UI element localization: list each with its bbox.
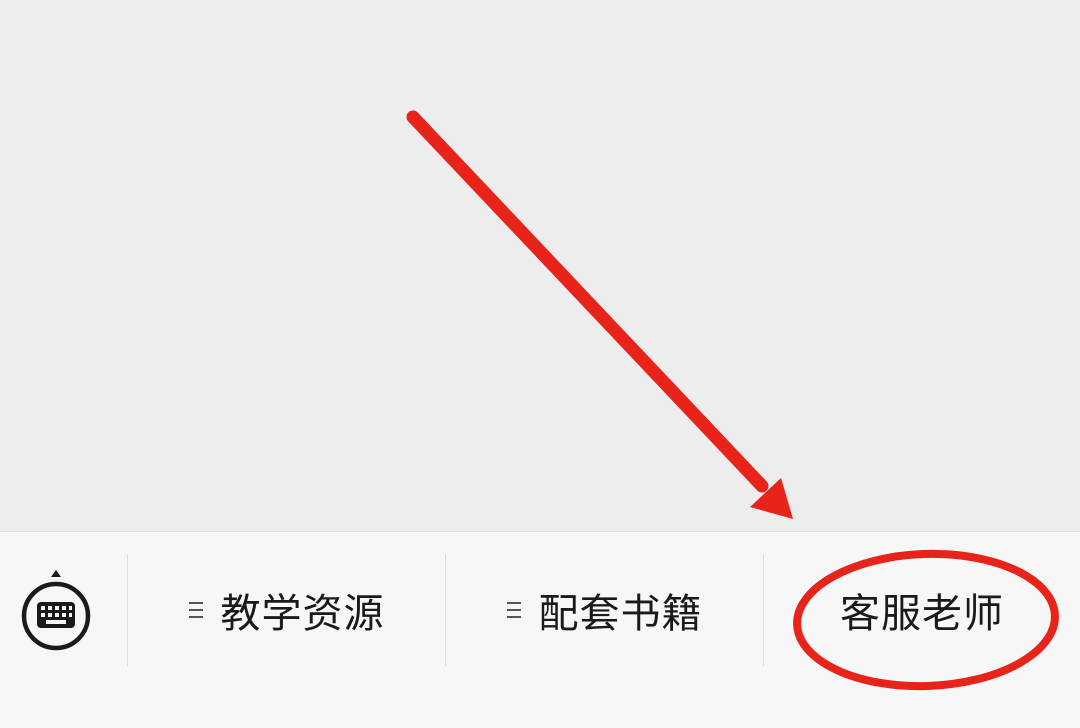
menu-item-label: 配套书籍 [538,591,703,637]
keyboard-icon [21,570,91,651]
menu-item-teaching-resources[interactable]: 教学资源 [128,554,445,666]
keyboard-toggle-button[interactable] [18,568,94,658]
custom-menu-bar: 教学资源 配套书籍 客服老师 [0,531,1080,728]
menu-item-books[interactable]: 配套书籍 [446,554,763,666]
list-icon [188,602,203,618]
chat-area [0,0,1080,531]
menu-item-label: 客服老师 [840,591,1004,637]
menu-item-label: 教学资源 [220,591,385,637]
list-icon [506,602,521,618]
menu-item-customer-service[interactable]: 客服老师 [764,554,1080,666]
